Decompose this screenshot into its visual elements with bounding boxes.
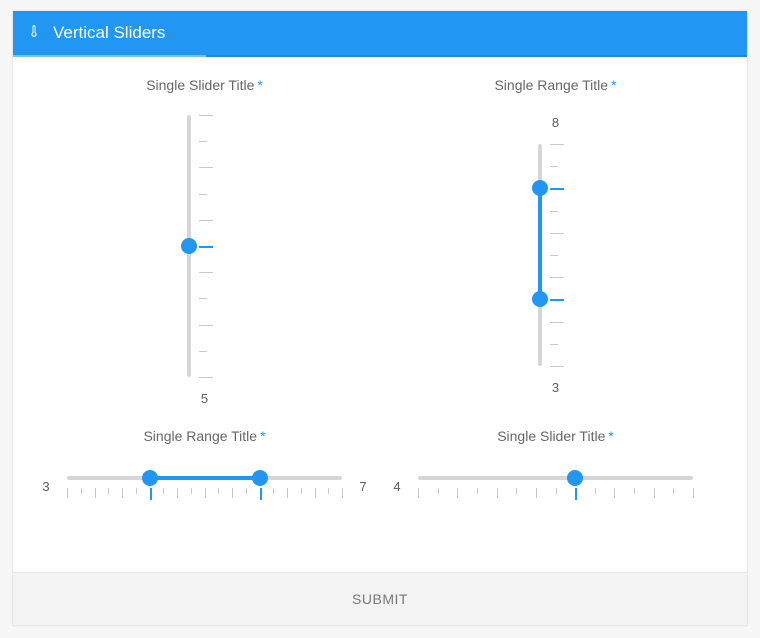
slider-thumb[interactable] — [181, 238, 197, 254]
vertical-range-slider[interactable] — [534, 144, 578, 366]
submit-button[interactable]: SUBMIT — [13, 572, 747, 625]
horizontal-single-slider[interactable] — [418, 466, 693, 506]
slider-thumb-low[interactable] — [142, 470, 158, 486]
slider-v2-label: Single Range Title* — [494, 77, 616, 93]
slider-v2-low-value: 3 — [552, 380, 559, 395]
sliders-card: Vertical Sliders Single Slider Title* — [12, 10, 748, 626]
vertical-single-slider[interactable] — [183, 115, 227, 377]
slider-thumb-high[interactable] — [252, 470, 268, 486]
slider-v1-value: 5 — [201, 391, 208, 406]
slider-h1-high-value: 7 — [356, 479, 370, 494]
thermometer-icon — [27, 23, 41, 43]
slider-thumb[interactable] — [567, 470, 583, 486]
slider-h1-low-value: 3 — [39, 479, 53, 494]
slider-thumb-high[interactable] — [532, 180, 548, 196]
card-title: Vertical Sliders — [53, 23, 165, 43]
slider-v1-label: Single Slider Title* — [146, 77, 263, 93]
slider-h2-value: 4 — [390, 479, 404, 494]
slider-h1-label: Single Range Title* — [143, 428, 265, 444]
slider-v2-high-value: 8 — [552, 115, 559, 130]
slider-thumb-low[interactable] — [532, 291, 548, 307]
horizontal-range-slider[interactable] — [67, 466, 342, 506]
slider-h2-label: Single Slider Title* — [497, 428, 614, 444]
card-header: Vertical Sliders — [13, 11, 747, 55]
